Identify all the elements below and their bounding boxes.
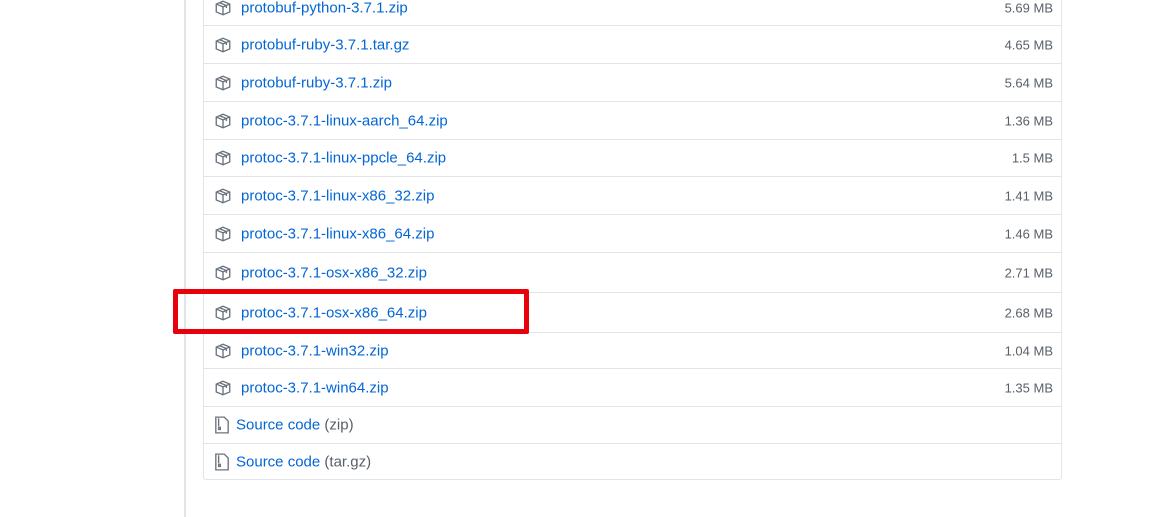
source-code-targz-link[interactable]: Source code (tar.gz) [236,454,371,471]
asset-row: protoc-3.7.1-linux-aarch_64.zip 1.36 MB [204,102,1061,140]
source-code-suffix: (tar.gz) [324,453,372,471]
package-icon [215,343,231,358]
package-icon [215,113,231,128]
package-icon [215,226,231,241]
asset-row: protobuf-python-3.7.1.zip 5.69 MB [204,0,1061,26]
asset-link[interactable]: protoc-3.7.1-osx-x86_32.zip [241,264,427,281]
asset-row: protoc-3.7.1-win32.zip 1.04 MB [204,333,1061,369]
asset-link[interactable]: protobuf-ruby-3.7.1.tar.gz [241,36,409,53]
asset-size: 1.35 MB [1004,380,1053,395]
source-code-suffix: (zip) [324,416,354,434]
asset-size: 1.36 MB [1004,113,1053,128]
source-code-row: Source code (tar.gz) [204,444,1061,480]
asset-row: protoc-3.7.1-linux-x86_64.zip 1.46 MB [204,215,1061,253]
asset-link[interactable]: protoc-3.7.1-linux-x86_32.zip [241,187,434,204]
asset-row: protoc-3.7.1-win64.zip 1.35 MB [204,369,1061,407]
asset-size: 1.41 MB [1004,188,1053,203]
asset-size: 4.65 MB [1004,37,1053,52]
asset-row: protoc-3.7.1-osx-x86_32.zip 2.71 MB [204,253,1061,293]
file-zip-icon [215,453,229,471]
file-zip-icon [215,416,229,434]
asset-row-highlighted: protoc-3.7.1-osx-x86_64.zip 2.68 MB [204,293,1061,333]
timeline-line [184,0,186,517]
asset-link[interactable]: protobuf-python-3.7.1.zip [241,0,408,16]
package-icon [215,150,231,166]
asset-link[interactable]: protoc-3.7.1-win32.zip [241,342,389,359]
package-icon [215,305,231,320]
package-icon [215,0,231,15]
asset-size: 5.64 MB [1004,75,1053,90]
asset-size: 1.04 MB [1004,343,1053,358]
release-assets-list: protobuf-python-3.7.1.zip 5.69 MB protob… [203,0,1062,480]
asset-link[interactable]: protoc-3.7.1-win64.zip [241,379,389,396]
source-code-row: Source code (zip) [204,407,1061,444]
asset-row: protobuf-ruby-3.7.1.zip 5.64 MB [204,64,1061,102]
asset-row: protobuf-ruby-3.7.1.tar.gz 4.65 MB [204,26,1061,64]
asset-row: protoc-3.7.1-linux-x86_32.zip 1.41 MB [204,177,1061,215]
package-icon [215,37,231,52]
asset-size: 5.69 MB [1004,0,1053,15]
asset-link[interactable]: protoc-3.7.1-linux-ppcle_64.zip [241,150,446,167]
asset-row: protoc-3.7.1-linux-ppcle_64.zip 1.5 MB [204,140,1061,177]
asset-link[interactable]: protoc-3.7.1-osx-x86_64.zip [241,304,427,321]
asset-size: 2.68 MB [1004,305,1053,320]
asset-link[interactable]: protobuf-ruby-3.7.1.zip [241,74,392,91]
asset-link[interactable]: protoc-3.7.1-linux-x86_64.zip [241,225,434,242]
package-icon [215,380,231,395]
asset-size: 1.46 MB [1004,226,1053,241]
source-code-label: Source code [236,416,321,434]
asset-link[interactable]: protoc-3.7.1-linux-aarch_64.zip [241,112,448,129]
package-icon [215,265,231,280]
package-icon [215,188,231,203]
source-code-label: Source code [236,453,321,471]
asset-size: 2.71 MB [1004,265,1053,280]
package-icon [215,75,231,90]
source-code-zip-link[interactable]: Source code (zip) [236,417,354,434]
asset-size: 1.5 MB [1011,150,1053,166]
